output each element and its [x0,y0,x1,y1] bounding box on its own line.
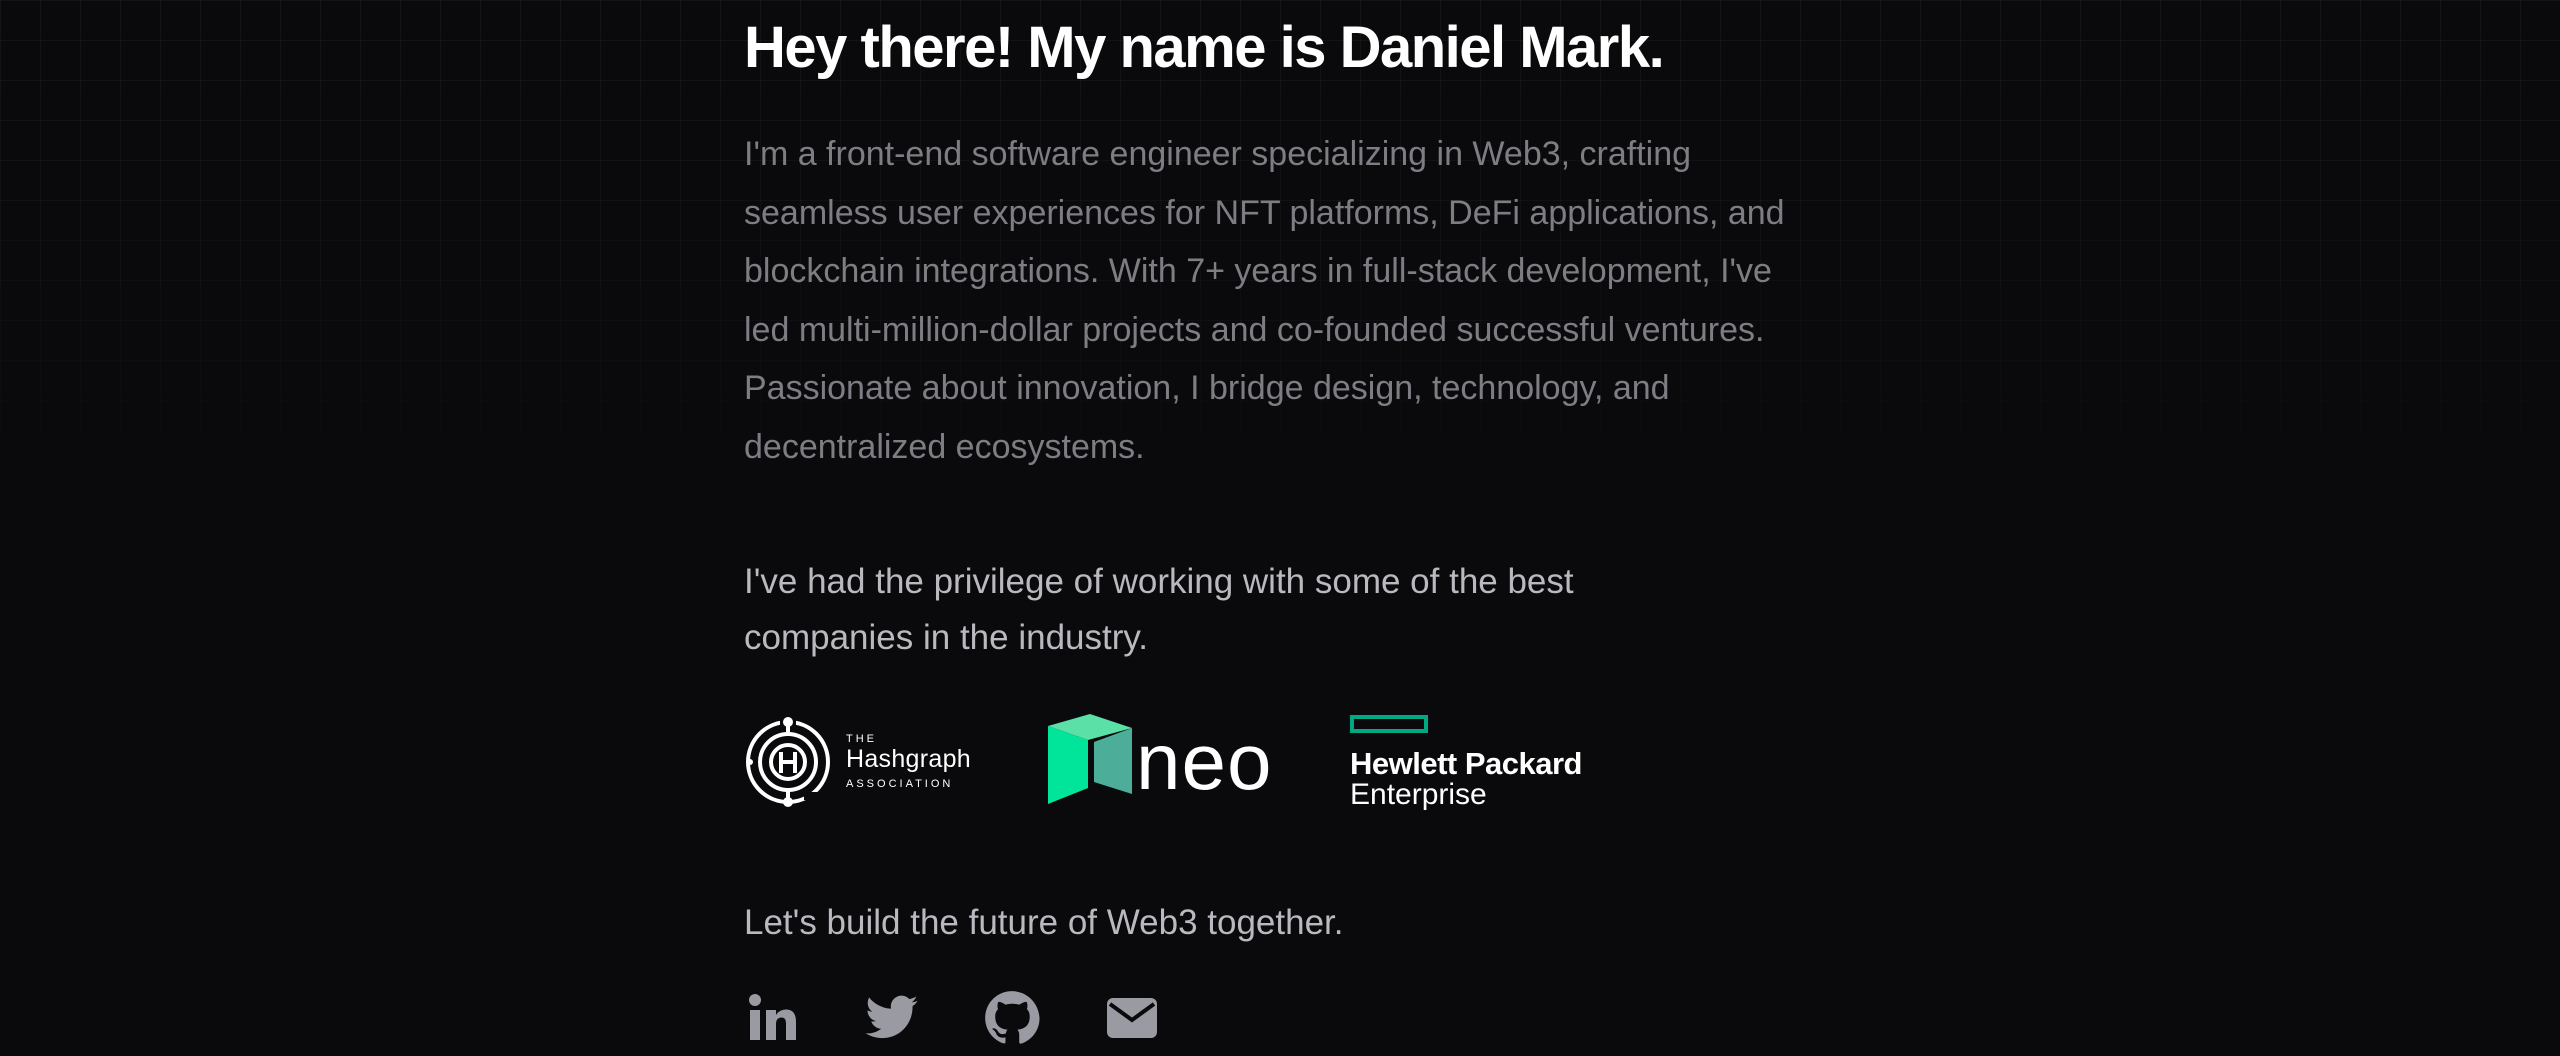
hashgraph-name-label: Hashgraph [846,745,972,773]
hpe-rectangle-icon [1350,715,1428,733]
neo-wordmark: neo [1136,717,1273,806]
github-link[interactable] [984,990,1040,1046]
hpe-name-line2: Enterprise [1350,778,1487,811]
github-icon [985,991,1040,1044]
hashgraph-association-label: ASSOCIATION [846,778,954,790]
hashgraph-h-icon [746,717,830,807]
email-link[interactable] [1104,990,1160,1046]
page-title: Hey there! My name is Daniel Mark. [744,15,1665,80]
linkedin-icon [749,994,796,1040]
linkedin-link[interactable] [744,990,800,1046]
hashgraph-the-label: THE [846,733,877,745]
neo-logo: neo [1046,712,1291,812]
neo-cube-icon [1048,714,1132,804]
hpe-name-line1: Hewlett Packard [1350,746,1583,781]
cta-text: Let's build the future of Web3 together. [744,903,1344,942]
companies-paragraph: I've had the privilege of working with s… [744,562,1574,657]
intro-paragraph: I'm a front-end software engineer specia… [744,135,1785,466]
hpe-logo: Hewlett Packard Enterprise [1350,712,1600,812]
mail-icon [1107,998,1157,1038]
twitter-link[interactable] [864,990,920,1046]
twitter-icon [865,995,918,1039]
hashgraph-association-logo: THE Hashgraph ASSOCIATION [744,712,989,812]
